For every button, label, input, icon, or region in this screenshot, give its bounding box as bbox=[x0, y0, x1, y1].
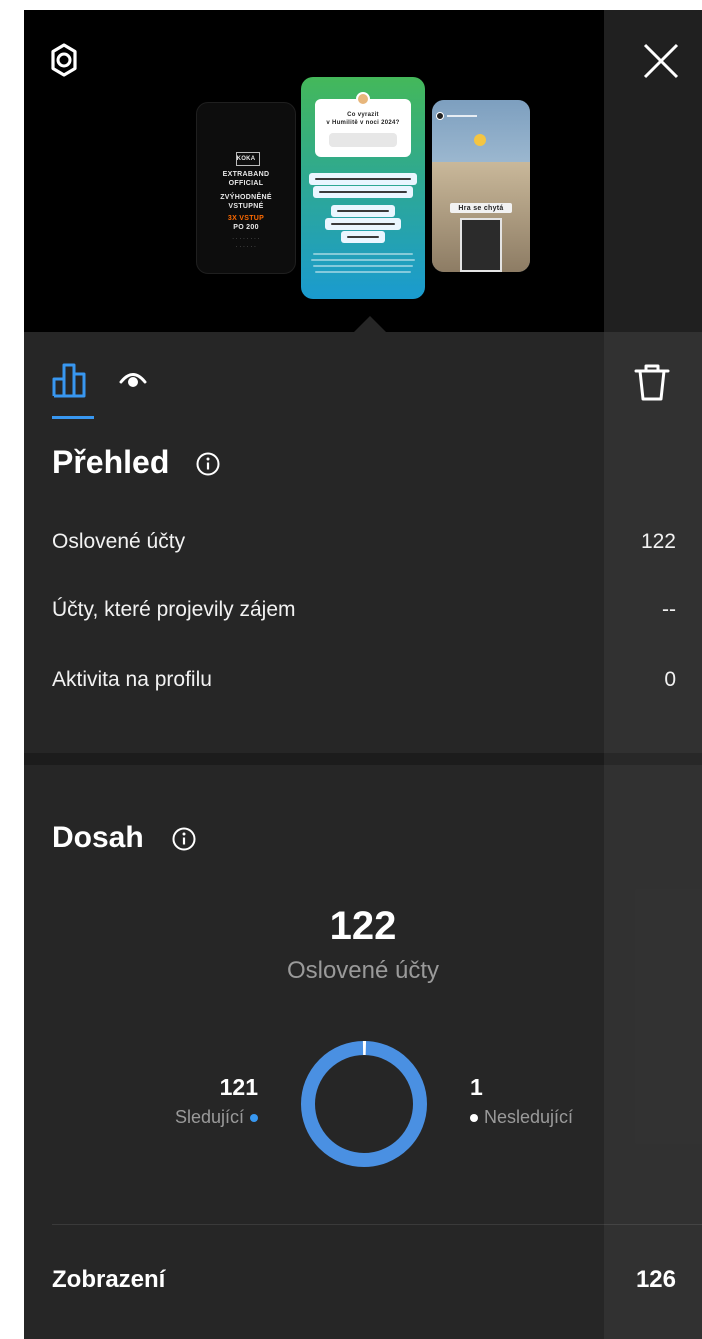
story-username bbox=[447, 115, 477, 117]
story-highlight: 3X VSTUP bbox=[227, 215, 265, 222]
active-tab-indicator bbox=[52, 416, 94, 419]
non-followers-label: Nesledující bbox=[470, 1107, 573, 1128]
story-logo: KOKA bbox=[236, 156, 256, 162]
story-preview-strip: KOKA EXTRABAND OFFICIAL ZVÝHODNĚNÉ VSTUP… bbox=[24, 10, 702, 333]
non-followers-count: 1 bbox=[470, 1074, 483, 1100]
story-thumbnail-left[interactable]: KOKA EXTRABAND OFFICIAL ZVÝHODNĚNÉ VSTUP… bbox=[196, 102, 296, 274]
caption-line bbox=[313, 265, 413, 267]
caption-line bbox=[313, 253, 413, 255]
followers-count: 121 bbox=[219, 1074, 258, 1100]
story-small-print: · · · · · · bbox=[235, 244, 257, 250]
eye-icon[interactable] bbox=[119, 368, 147, 392]
section-divider bbox=[52, 1224, 702, 1225]
insights-tab-bar bbox=[24, 332, 702, 422]
section-divider bbox=[24, 753, 702, 765]
story-thumbnail-right[interactable]: Hra se chytá bbox=[432, 100, 530, 272]
reach-total-label: Oslovené účty bbox=[286, 957, 440, 984]
story-thumbnail-selected[interactable]: Co vyrazit v Humilitě v noci 2024? bbox=[301, 77, 425, 299]
text-line bbox=[347, 236, 379, 238]
story-line: ZVÝHODNĚNÉ bbox=[220, 194, 272, 201]
impressions-value: 126 bbox=[635, 1266, 676, 1293]
question-line: v Humilitě v noci 2024? bbox=[326, 120, 400, 126]
info-icon[interactable] bbox=[172, 827, 196, 851]
row-label: Účty, které projevily zájem bbox=[52, 598, 296, 621]
overview-row-engaged[interactable]: Účty, které projevily zájem -- bbox=[52, 592, 676, 628]
reach-total: 122 bbox=[329, 904, 397, 948]
overview-row-reached[interactable]: Oslovené účty 122 bbox=[52, 524, 676, 560]
question-input bbox=[329, 133, 397, 147]
row-value: 0 bbox=[664, 668, 676, 691]
text-line bbox=[331, 223, 395, 225]
row-value: -- bbox=[662, 598, 676, 621]
close-icon[interactable] bbox=[638, 38, 684, 84]
bar-chart-icon[interactable] bbox=[52, 362, 94, 398]
donut-followers-arc bbox=[301, 1041, 427, 1167]
story-highlight: PO 200 bbox=[233, 224, 259, 231]
story-caption: Hra se chytá bbox=[458, 205, 504, 212]
story-sky bbox=[432, 100, 530, 162]
row-value: 122 bbox=[640, 530, 676, 553]
caption-line bbox=[311, 259, 415, 261]
trash-icon[interactable] bbox=[634, 362, 670, 402]
reach-donut-chart bbox=[301, 1041, 427, 1167]
text-line bbox=[315, 178, 411, 180]
non-followers-label-text: Nesledující bbox=[484, 1107, 574, 1127]
followers-label: Sledující bbox=[175, 1107, 258, 1128]
row-label: Oslovené účty bbox=[52, 530, 186, 553]
impressions-label: Zobrazení bbox=[52, 1266, 166, 1293]
gear-icon[interactable] bbox=[46, 42, 82, 78]
story-door bbox=[460, 218, 502, 272]
overview-row-profile-activity[interactable]: Aktivita na profilu 0 bbox=[52, 662, 676, 698]
story-insights-screen: KOKA EXTRABAND OFFICIAL ZVÝHODNĚNÉ VSTUP… bbox=[24, 10, 702, 1339]
emoji-sticker bbox=[474, 134, 486, 146]
text-line bbox=[319, 191, 407, 193]
overview-title: Přehled bbox=[52, 444, 170, 480]
avatar bbox=[356, 92, 370, 106]
selected-story-pointer bbox=[353, 316, 387, 333]
question-sticker: Co vyrazit v Humilitě v noci 2024? bbox=[315, 99, 411, 157]
followers-legend-dot bbox=[250, 1114, 258, 1123]
reach-title: Dosah bbox=[52, 821, 144, 854]
story-line: VSTUPNÉ bbox=[228, 203, 264, 210]
story-line: EXTRABAND bbox=[222, 171, 270, 178]
non-followers-legend-dot bbox=[470, 1114, 478, 1123]
info-icon[interactable] bbox=[196, 452, 220, 476]
followers-label-text: Sledující bbox=[174, 1107, 244, 1127]
row-label: Aktivita na profilu bbox=[52, 668, 212, 691]
caption-line bbox=[315, 271, 411, 273]
avatar bbox=[436, 112, 444, 120]
story-line: OFFICIAL bbox=[228, 180, 264, 187]
text-line bbox=[337, 210, 389, 212]
